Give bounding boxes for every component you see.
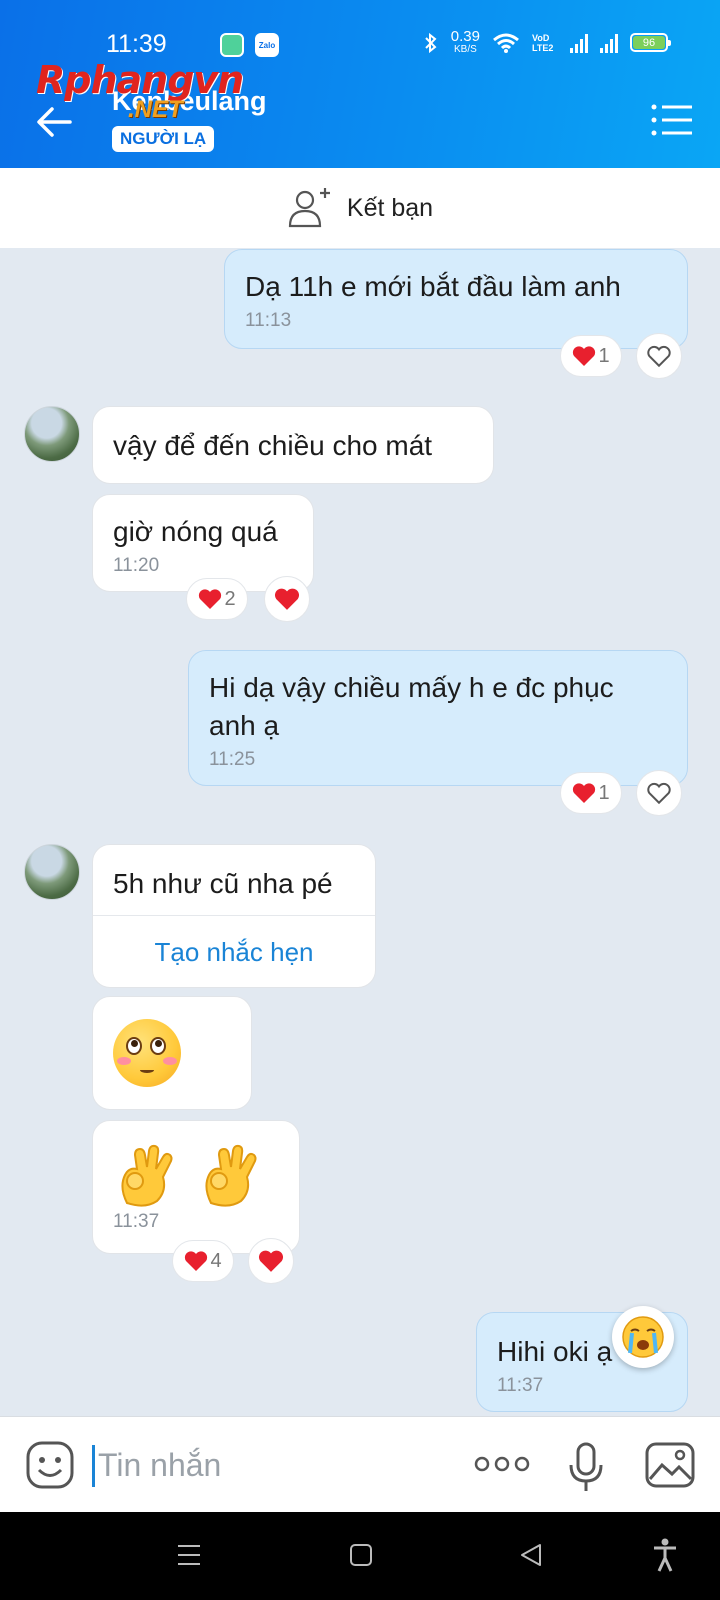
heart-icon (573, 346, 596, 366)
message-time: 11:20 (113, 555, 160, 576)
message-bubble-in[interactable]: 11:37 (92, 1120, 300, 1254)
reaction-count: 2 (224, 587, 236, 610)
add-user-icon (288, 188, 330, 228)
home-nav-icon[interactable] (348, 1542, 374, 1568)
create-reminder-link[interactable]: Tạo nhắc hẹn (93, 937, 375, 968)
avatar[interactable] (24, 844, 80, 900)
react-like-button[interactable] (636, 333, 682, 379)
system-navigation-bar (0, 1512, 720, 1600)
reaction-summary[interactable]: 2 (186, 578, 248, 620)
chat-header: 11:39 Zalo 0.39 KB/S VoD LTE2 96 Kenbeul… (0, 0, 720, 168)
message-text: 5h như cũ nha pé (113, 868, 333, 899)
reaction-summary[interactable]: 1 (560, 335, 622, 377)
stranger-badge: NGƯỜI LẠ (112, 126, 215, 152)
react-like-button[interactable] (636, 770, 682, 816)
chat-app-icon (220, 33, 244, 57)
reaction-summary[interactable]: 1 (560, 772, 622, 814)
message-text: Dạ 11h e mới bắt đầu làm anh (245, 271, 621, 302)
message-bubble-in[interactable] (92, 996, 252, 1110)
react-heart-button[interactable] (264, 576, 310, 622)
net-speed: 0.39 KB/S (450, 28, 480, 55)
reaction-count: 4 (210, 1249, 222, 1272)
reaction-count: 1 (598, 781, 610, 804)
message-time: 11:37 (497, 1375, 544, 1396)
crying-face-icon (622, 1316, 664, 1358)
message-bubble-in[interactable]: 5h như cũ nha pé Tạo nhắc hẹn (92, 844, 376, 988)
status-time: 11:39 (106, 30, 167, 58)
message-bubble-in[interactable]: vậy để đến chiều cho mát (92, 406, 494, 484)
message-input[interactable]: Tin nhắn (98, 1447, 221, 1484)
message-text: Hi dạ vậy chiều mấy h e đc phục anh ạ (209, 672, 614, 741)
back-nav-icon[interactable] (518, 1542, 544, 1568)
bluetooth-icon (425, 32, 437, 53)
avatar[interactable] (24, 406, 80, 462)
battery-icon: 96 (630, 33, 671, 52)
message-bubble-out[interactable]: Dạ 11h e mới bắt đầu làm anh 11:13 (224, 249, 688, 349)
heart-outline-icon (647, 345, 671, 368)
ok-hand-emoji (205, 1144, 257, 1207)
ok-hand-emoji (121, 1144, 173, 1207)
message-time: 11:37 (113, 1211, 160, 1232)
message-bubble-out[interactable]: Hi dạ vậy chiều mấy h e đc phục anh ạ 11… (188, 650, 688, 786)
message-time: 11:13 (245, 310, 292, 331)
signal-1-icon (570, 33, 588, 53)
add-friend-button[interactable]: Kết bạn (0, 168, 720, 248)
microphone-icon[interactable] (566, 1441, 606, 1493)
image-icon[interactable] (644, 1441, 696, 1489)
divider (93, 915, 375, 916)
reaction-summary[interactable]: 4 (172, 1240, 234, 1282)
message-text: vậy để đến chiều cho mát (113, 430, 433, 461)
emoji-row (113, 1141, 279, 1207)
heart-icon (185, 1251, 208, 1271)
rolling-eyes-smile-emoji (113, 1019, 181, 1087)
sticker-emoji-icon[interactable] (24, 1439, 76, 1491)
battery-level: 96 (642, 36, 656, 49)
volte-indicator: VoD LTE2 (532, 32, 554, 53)
crying-face-sticker[interactable] (612, 1306, 674, 1368)
react-heart-button[interactable] (248, 1238, 294, 1284)
add-friend-label: Kết bạn (346, 193, 434, 222)
text-caret (92, 1445, 95, 1487)
message-text: giờ nóng quá (113, 516, 278, 547)
menu-nav-icon[interactable] (176, 1542, 202, 1568)
message-composer: Tin nhắn (0, 1416, 720, 1512)
net-speed-unit: KB/S (454, 44, 477, 55)
menu-list-icon[interactable] (650, 102, 694, 138)
message-time: 11:25 (209, 749, 256, 770)
back-arrow-icon[interactable] (30, 98, 78, 146)
heart-icon (274, 588, 300, 610)
net-speed-value: 0.39 (450, 28, 480, 45)
signal-2-icon (600, 33, 618, 53)
heart-icon (573, 783, 596, 803)
accessibility-icon[interactable] (652, 1538, 678, 1572)
zalo-icon: Zalo (255, 33, 279, 57)
heart-icon (199, 589, 222, 609)
reaction-count: 1 (598, 344, 610, 367)
heart-icon (258, 1250, 284, 1272)
watermark-logo-sub: .NET (128, 96, 183, 123)
heart-outline-icon (647, 782, 671, 805)
more-options-icon[interactable] (474, 1453, 530, 1475)
wifi-icon (493, 33, 519, 53)
